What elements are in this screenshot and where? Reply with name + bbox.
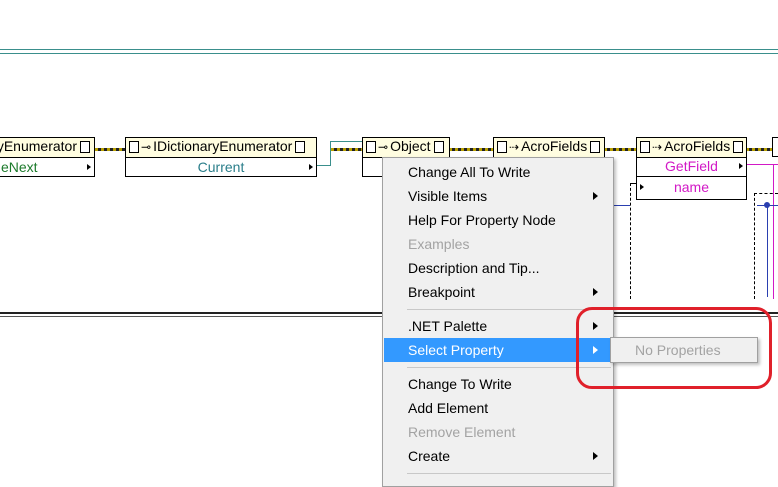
node-class-icon	[733, 141, 744, 153]
node-row[interactable]: eNext	[0, 158, 94, 177]
node-class-icon	[640, 141, 650, 153]
node-header: ⊸ IDictionaryEnumerator	[126, 138, 316, 158]
menu-item-description-and-tip[interactable]: Description and Tip...	[384, 256, 612, 280]
magenta-wire	[773, 164, 774, 299]
node-class-icon	[80, 141, 90, 153]
property-label: Current	[197, 159, 245, 175]
node-row[interactable]: GetField	[637, 157, 746, 177]
menu-item-examples[interactable]: Examples	[384, 232, 612, 256]
menu-item-change-all-to-write[interactable]: Change All To Write	[384, 160, 612, 184]
node-header: ⇢ AcroFields	[637, 138, 746, 158]
property-node-icon: ⊸	[378, 140, 389, 154]
node-class-icon	[295, 141, 306, 153]
refnum-wire	[449, 148, 493, 151]
menu-item-label: Add Element	[408, 400, 489, 416]
menu-item-label: Change All To Write	[408, 164, 531, 180]
terminal-arrow-icon	[87, 164, 91, 170]
property-node-idictionaryenumerator[interactable]: ⊸ IDictionaryEnumerator Current	[125, 137, 317, 177]
cast-icon: ⇢	[509, 140, 520, 154]
menu-item-label: Change To Write	[408, 376, 512, 392]
node-header: ⊸ Object	[363, 138, 449, 158]
property-node-enumerator[interactable]: yEnumerator eNext	[0, 137, 95, 177]
terminal-arrow-icon	[309, 164, 313, 170]
cast-icon: ⇢	[652, 140, 663, 154]
terminal-arrow-icon	[739, 163, 743, 169]
node-row[interactable]: name	[637, 178, 746, 197]
node-class-icon	[366, 141, 376, 153]
case-structure-border	[754, 193, 755, 299]
refnum-wire	[604, 148, 637, 151]
node-row[interactable]: Current	[126, 158, 316, 177]
menu-item-label: Remove Element	[408, 424, 516, 440]
case-structure-border	[754, 193, 778, 194]
menu-separator	[407, 473, 611, 474]
menu-item-add-element[interactable]: Add Element	[384, 396, 612, 420]
property-node-icon: ⊸	[141, 140, 152, 154]
node-class-icon	[497, 141, 507, 153]
menu-item-create[interactable]: Create	[384, 444, 612, 468]
top-wire-2	[0, 53, 778, 54]
menu-item-label: Visible Items	[408, 188, 488, 204]
submenu-arrow-icon	[593, 452, 598, 460]
top-wire-1	[0, 49, 778, 50]
method-label: eNext	[1, 159, 38, 175]
blue-wire	[614, 205, 630, 206]
menu-item-remove-element[interactable]: Remove Element	[384, 420, 612, 444]
menu-separator	[407, 309, 611, 310]
submenu-arrow-icon	[593, 288, 598, 296]
node-title: AcroFields	[521, 138, 588, 154]
node-title: yEnumerator	[0, 138, 77, 154]
data-wire	[316, 165, 330, 166]
refnum-wire	[95, 148, 125, 151]
parameter-label: name	[673, 179, 710, 195]
menu-item-help-for-property-node[interactable]: Help For Property Node	[384, 208, 612, 232]
node-header: yEnumerator	[0, 138, 94, 158]
terminal-arrow-icon	[640, 184, 644, 190]
blue-wire	[767, 205, 768, 297]
menu-item-breakpoint[interactable]: Breakpoint	[384, 280, 612, 304]
node-class-icon	[129, 141, 139, 153]
data-wire	[330, 141, 363, 142]
method-label: GetField	[665, 158, 718, 174]
menu-item-label: Examples	[408, 236, 470, 252]
node-title: AcroFields	[664, 138, 731, 154]
menu-item-label: Select Property	[408, 342, 504, 358]
node-header: ⇢ AcroFields	[494, 138, 604, 158]
menu-item-label: Description and Tip...	[408, 260, 540, 276]
menu-item-label: Help For Property Node	[408, 212, 556, 228]
node-class-icon	[590, 141, 601, 153]
invoke-node-acrofields[interactable]: ⇢ AcroFields GetField name	[636, 137, 747, 200]
menu-item-label: Create	[408, 448, 451, 464]
case-structure-border	[630, 183, 631, 299]
data-wire	[330, 141, 331, 166]
partial-node-right	[772, 137, 778, 157]
node-class-icon	[433, 141, 444, 153]
refnum-wire	[331, 148, 363, 151]
menu-item-visible-items[interactable]: Visible Items	[384, 184, 612, 208]
node-title: Object	[390, 138, 431, 154]
annotation-highlight	[576, 307, 772, 389]
menu-item-label: .NET Palette	[408, 318, 488, 334]
menu-item-label: Breakpoint	[408, 284, 475, 300]
node-title: IDictionaryEnumerator	[153, 138, 293, 154]
submenu-arrow-icon	[593, 192, 598, 200]
